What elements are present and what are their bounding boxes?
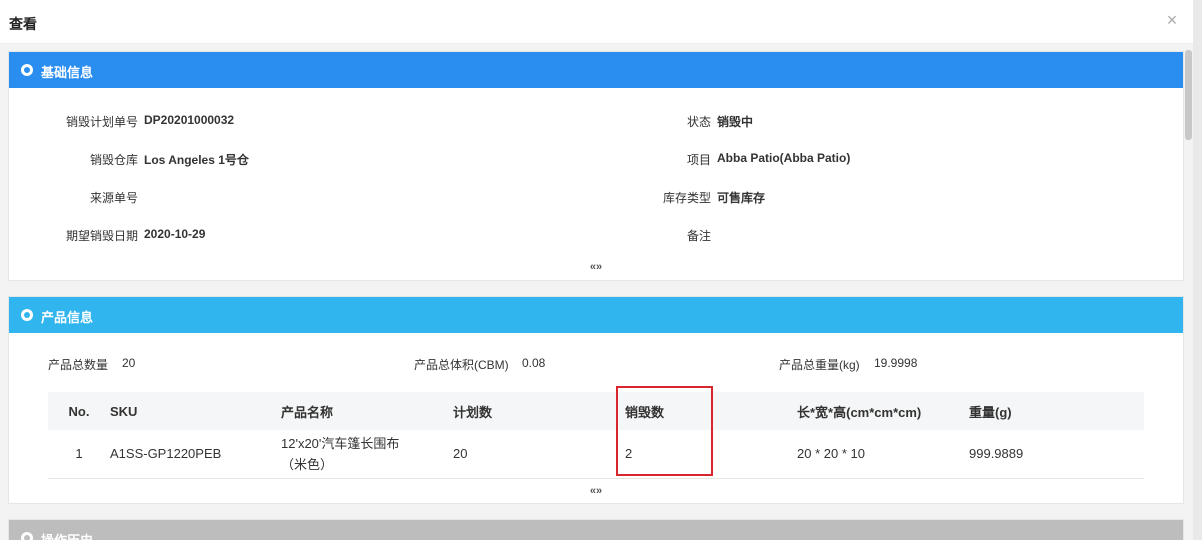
- total-weight-value: 19.9998: [874, 356, 918, 370]
- warehouse-value: Los Angeles 1号仓: [144, 153, 249, 167]
- history-header[interactable]: 操作历史: [9, 520, 1183, 540]
- modal-body: 基础信息 销毁计划单号 DP20201000032 销毁仓库 Los Angel…: [0, 44, 1193, 540]
- col-header-dimensions: 长*宽*高(cm*cm*cm): [797, 392, 969, 430]
- section-bullet-icon: [21, 64, 33, 76]
- table-row: 1 A1SS-GP1220PEB 12'x20'汽车篷长围布（米色） 20 2 …: [48, 430, 1144, 479]
- basic-info-header[interactable]: 基础信息: [9, 52, 1183, 88]
- status-label: 状态: [686, 115, 711, 129]
- product-table: No. SKU 产品名称 计划数 销毁数 长*宽*高(cm*cm*cm) 重量(…: [48, 392, 1144, 479]
- total-volume-label: 产品总体积(CBM): [414, 358, 509, 372]
- close-icon[interactable]: ×: [1163, 11, 1181, 29]
- cell-planned-qty: 20: [453, 430, 625, 479]
- view-modal: 查看 × 基础信息 销毁计划单号 DP20201000032 销毁仓库 Los …: [0, 0, 1193, 540]
- cell-weight: 999.9889: [969, 430, 1144, 479]
- col-header-destroyed-qty: 销毁数: [625, 392, 797, 430]
- history-title: 操作历史: [41, 530, 93, 540]
- scrollbar-thumb[interactable]: [1185, 50, 1192, 140]
- col-header-product-name: 产品名称: [281, 392, 453, 430]
- total-weight-label: 产品总重量(kg): [779, 358, 860, 372]
- product-info-title: 产品信息: [41, 310, 94, 325]
- status-value: 销毁中: [717, 115, 754, 129]
- col-header-sku: SKU: [110, 392, 281, 430]
- source-number-label: 来源单号: [89, 191, 138, 205]
- inventory-type-label: 库存类型: [662, 191, 711, 205]
- cell-sku: A1SS-GP1220PEB: [110, 430, 281, 479]
- total-volume-value: 0.08: [522, 356, 546, 370]
- modal-header: 查看 ×: [0, 0, 1193, 44]
- plan-number-label: 销毁计划单号: [65, 115, 138, 129]
- col-header-planned-qty: 计划数: [453, 392, 625, 430]
- basic-info-title: 基础信息: [41, 65, 94, 80]
- collapse-toggle-icon[interactable]: «»: [586, 261, 606, 273]
- scrollbar[interactable]: [1184, 44, 1193, 540]
- section-bullet-icon: [21, 532, 33, 540]
- history-panel: 操作历史: [8, 519, 1184, 540]
- total-quantity-value: 20: [122, 356, 136, 370]
- collapse-toggle-icon[interactable]: «»: [586, 485, 606, 497]
- cell-no: 1: [48, 430, 110, 479]
- basic-info-panel: 基础信息 销毁计划单号 DP20201000032 销毁仓库 Los Angel…: [8, 51, 1184, 281]
- remark-label: 备注: [686, 229, 711, 243]
- project-label: 项目: [686, 153, 711, 167]
- section-bullet-icon: [21, 309, 33, 321]
- col-header-weight: 重量(g): [969, 392, 1144, 430]
- plan-number-value: DP20201000032: [144, 113, 235, 127]
- warehouse-label: 销毁仓库: [89, 153, 138, 167]
- total-quantity-label: 产品总数量: [48, 358, 109, 372]
- product-info-header[interactable]: 产品信息: [9, 297, 1183, 333]
- expected-date-value: 2020-10-29: [144, 227, 206, 241]
- table-header-row: No. SKU 产品名称 计划数 销毁数 长*宽*高(cm*cm*cm) 重量(…: [48, 392, 1144, 430]
- cell-destroyed-qty: 2: [625, 430, 797, 479]
- modal-title: 查看: [9, 16, 37, 32]
- cell-product-name: 12'x20'汽车篷长围布（米色）: [281, 430, 453, 479]
- cell-dimensions: 20 * 20 * 10: [797, 430, 969, 479]
- inventory-type-value: 可售库存: [717, 191, 766, 205]
- col-header-no: No.: [48, 392, 110, 430]
- product-info-panel: 产品信息 产品总数量 20 产品总体积(CBM) 0.08 产品总重量(kg) …: [8, 296, 1184, 504]
- project-value: Abba Patio(Abba Patio): [717, 151, 851, 165]
- expected-date-label: 期望销毁日期: [65, 229, 138, 243]
